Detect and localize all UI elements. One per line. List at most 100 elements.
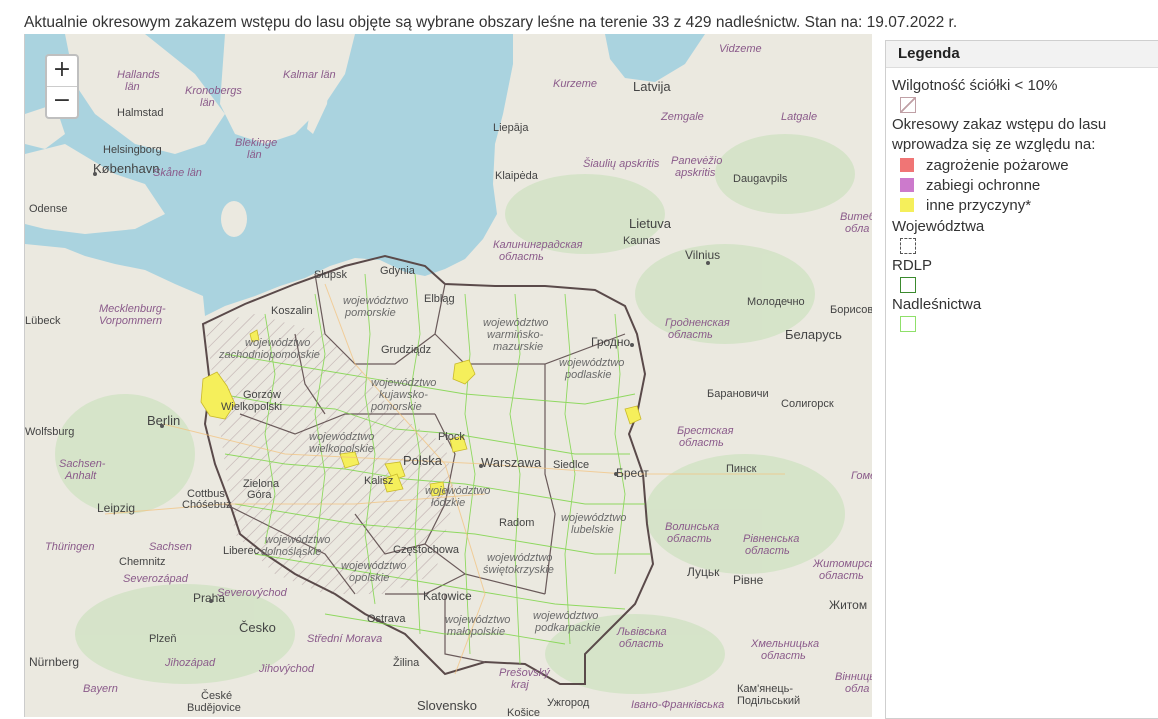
zoom-in-button[interactable]: + <box>47 56 77 86</box>
map-label: Hallands <box>117 69 160 81</box>
map-label: Рівненська <box>743 533 799 545</box>
map-label: область <box>668 329 713 341</box>
map-label: Брестская <box>677 425 734 437</box>
map-label: łódzkie <box>431 497 465 509</box>
map-label: Mecklenburg- <box>99 303 166 315</box>
map-label: Sachsen- <box>59 458 106 470</box>
map-label: Kronobergs <box>185 85 242 97</box>
page-title: Aktualnie okresowym zakazem wstępu do la… <box>24 14 958 31</box>
map-label: Polska <box>403 453 443 468</box>
map-label: Гродно <box>591 335 631 349</box>
map-label: Калининградская <box>493 239 583 251</box>
map-label: opolskie <box>349 572 389 584</box>
map-label: Житом <box>829 598 867 612</box>
red-swatch-icon <box>900 158 914 172</box>
map-label: wielkopolskie <box>309 443 374 455</box>
map-label: województwo <box>559 357 624 369</box>
map-label: województwo <box>425 485 490 497</box>
map-label: Lietuva <box>629 216 672 231</box>
map-label: Katowice <box>423 589 472 603</box>
map-label: Prešovský <box>499 667 551 679</box>
legend-item-label: inne przyczyny* <box>926 196 1032 214</box>
map-label: Kalisz <box>364 475 393 487</box>
map-label: Thüringen <box>45 541 95 553</box>
map-label: Latgale <box>781 111 817 123</box>
map-label: Подільський <box>737 695 800 707</box>
map-label: обла <box>845 223 869 235</box>
map-label: kraj <box>511 679 529 691</box>
map-label: область <box>819 570 864 582</box>
map-label: dolnośląskie <box>261 546 322 558</box>
map-label: Chóśebuz <box>182 499 232 511</box>
map-label: Jihozápad <box>164 657 216 669</box>
legend-item-label: zagrożenie pożarowe <box>926 156 1069 174</box>
map-label: Střední Morava <box>307 633 382 645</box>
map-label: Kalmar län <box>283 69 336 81</box>
legend-layer-humidity: Wilgotność ściółki < 10% <box>892 77 1058 94</box>
map-label: Liepāja <box>493 122 529 134</box>
legend-item-other: inne przyczyny* <box>900 195 1153 215</box>
map-label: Panevėžio <box>671 155 722 167</box>
map-label: обла <box>845 683 869 695</box>
map-label: Slovensko <box>417 698 477 713</box>
map-label: Ужгород <box>547 697 590 709</box>
dashed-swatch-icon <box>900 238 916 254</box>
map-label: województwo <box>341 560 406 572</box>
map-label: Vorpommern <box>99 315 162 327</box>
map-label: Severozápad <box>123 573 189 585</box>
map-label: apskritis <box>675 167 716 179</box>
map-label: Budějovice <box>187 702 241 714</box>
map-label: область <box>667 533 712 545</box>
map-label: Волинська <box>665 521 719 533</box>
map-label: podlaskie <box>564 369 611 381</box>
map-label: województwo <box>265 534 330 546</box>
map-label: län <box>247 149 262 161</box>
map-label: Вінниць <box>835 671 872 683</box>
map-view[interactable]: Hallands län Kronobergs län Kalmar län H… <box>24 34 872 717</box>
map-label: Vilnius <box>685 248 720 262</box>
map-label: Барановичи <box>707 388 769 400</box>
map-label: область <box>761 650 806 662</box>
legend-panel: Legenda Wilgotność ściółki < 10% Okresow… <box>885 40 1158 719</box>
map-label: województwo <box>483 317 548 329</box>
map-label: Liberec <box>223 545 260 557</box>
map-label: pomorskie <box>370 401 422 413</box>
legend-item-protective: zabiegi ochronne <box>900 175 1153 195</box>
map-label: Sachsen <box>149 541 192 553</box>
map-label: Івано-Франківська <box>631 699 724 711</box>
map-label: Vidzeme <box>719 43 762 55</box>
map-label: Львівська <box>616 626 667 638</box>
map-label: warmińsko- <box>487 329 544 341</box>
purple-swatch-icon <box>900 178 914 192</box>
map-label: Leipzig <box>97 501 135 515</box>
map-label: województwo <box>445 614 510 626</box>
map-label: zachodniopomorskie <box>218 349 320 361</box>
map-label: województwo <box>533 610 598 622</box>
map-label: Chemnitz <box>119 556 165 568</box>
map-label: Elbląg <box>424 293 455 305</box>
map-label: Витеб <box>840 211 872 223</box>
zoom-out-button[interactable]: − <box>47 86 77 117</box>
map-label: Halmstad <box>117 107 163 119</box>
map-label: Kaunas <box>623 235 661 247</box>
map-label: Пинск <box>726 463 757 475</box>
map-label: Wolfsburg <box>25 426 74 438</box>
map-label: Žilina <box>393 656 420 669</box>
map-label: Хмельницька <box>750 638 819 650</box>
map-label: Koszalin <box>271 305 313 317</box>
map-label: České <box>201 689 232 702</box>
map-label: podkarpackie <box>534 622 600 634</box>
map-label: København <box>93 161 160 176</box>
map-label: Warszawa <box>481 455 542 470</box>
legend-title: Legenda <box>886 41 1158 68</box>
map-label: pomorskie <box>344 307 396 319</box>
map-label: Wielkopolski <box>221 401 282 413</box>
map-label: Nürnberg <box>29 655 79 669</box>
map-label: Bayern <box>83 683 118 695</box>
map-label: область <box>619 638 664 650</box>
legend-item-fire: zagrożenie pożarowe <box>900 155 1153 175</box>
map-label: Praha <box>193 591 225 605</box>
map-label: Słupsk <box>314 269 348 281</box>
map-label: область <box>745 545 790 557</box>
map-canvas[interactable]: Hallands län Kronobergs län Kalmar län H… <box>25 34 872 717</box>
